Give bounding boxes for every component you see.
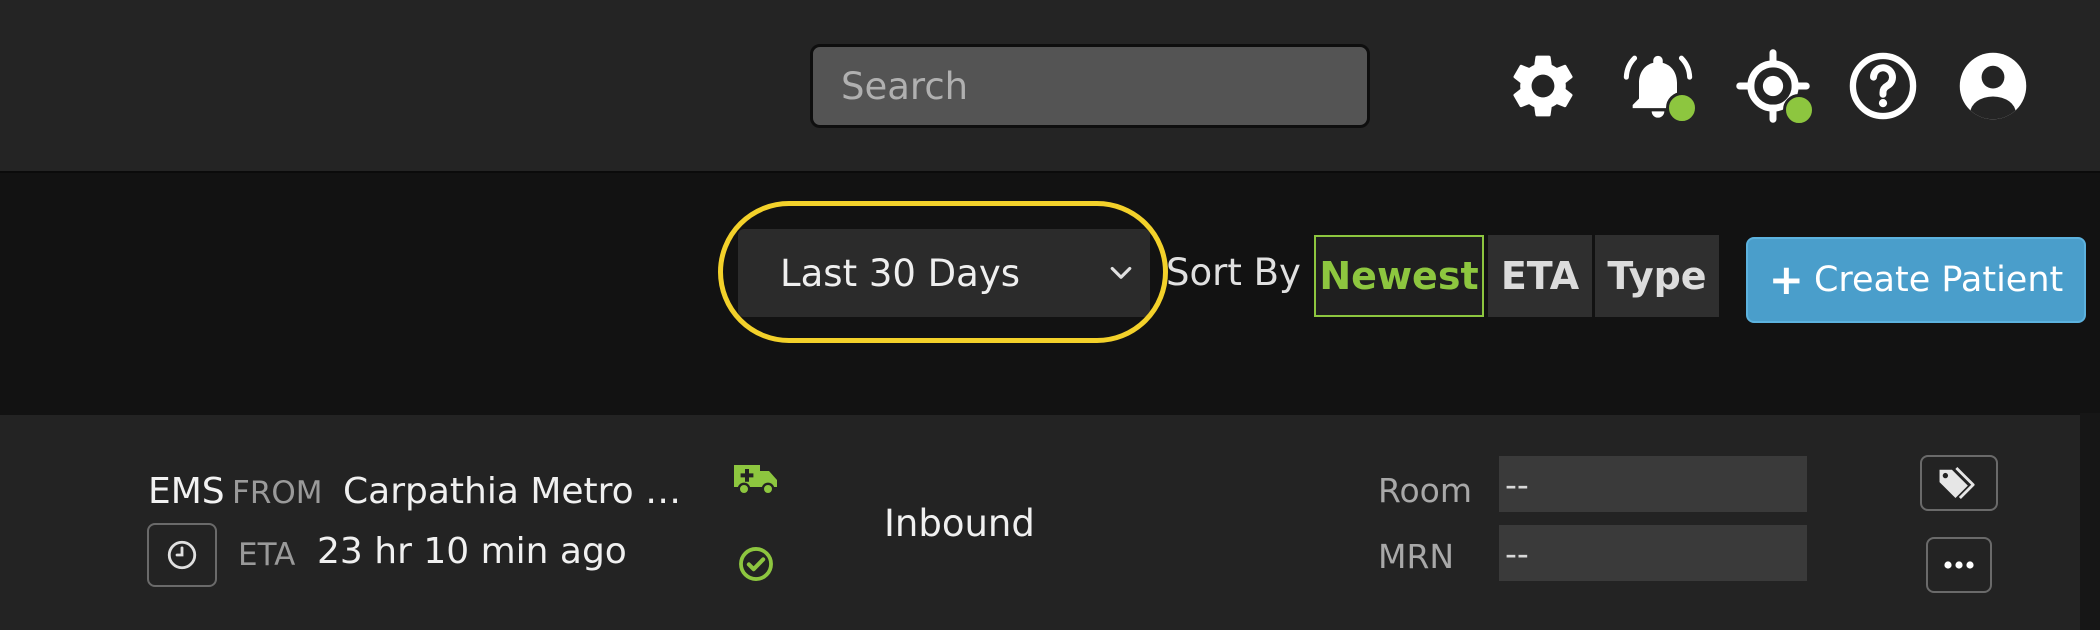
- plus-icon: +: [1768, 255, 1804, 304]
- filter-toolbar: Last 30 Days Sort By Newest ETA Type + C…: [0, 175, 2100, 413]
- mrn-label: MRN: [1378, 537, 1455, 576]
- from-label: FROM: [232, 475, 323, 511]
- eta-clock-button[interactable]: [147, 523, 217, 587]
- patient-status: Inbound: [884, 502, 1035, 545]
- sort-type-button[interactable]: Type: [1595, 235, 1719, 317]
- date-range-value: Last 30 Days: [780, 251, 1021, 295]
- patient-row[interactable]: EMS FROM Carpathia Metro Ambulance ETA 2…: [0, 415, 2080, 630]
- room-label: Room: [1378, 471, 1472, 510]
- notifications-button[interactable]: [1620, 48, 1698, 124]
- tag-icon: [1939, 466, 1975, 500]
- mrn-field[interactable]: [1499, 525, 1807, 581]
- gear-icon: [1513, 55, 1573, 117]
- sort-newest-button[interactable]: Newest: [1314, 235, 1484, 317]
- eta-value: 23 hr 10 min ago: [317, 531, 627, 572]
- scrollbar[interactable]: [2080, 413, 2100, 630]
- ambulance-icon: [734, 465, 777, 496]
- origin-name: Carpathia Metro Ambulance: [343, 471, 683, 512]
- more-options-button[interactable]: [1926, 537, 1992, 593]
- top-header: [0, 0, 2100, 173]
- create-patient-button[interactable]: + Create Patient: [1746, 237, 2086, 323]
- tracking-button[interactable]: [1735, 48, 1815, 126]
- source-type: EMS: [148, 471, 225, 512]
- clock-icon: [167, 540, 197, 570]
- date-range-select[interactable]: Last 30 Days: [738, 229, 1150, 317]
- chevron-down-icon: [1110, 266, 1132, 279]
- more-icon: [1944, 561, 1974, 569]
- help-icon: [1849, 52, 1917, 120]
- notification-indicator: [1666, 92, 1698, 124]
- settings-button[interactable]: [1505, 48, 1581, 124]
- sort-by-label: Sort By: [1166, 251, 1301, 294]
- room-field[interactable]: [1499, 456, 1807, 512]
- help-button[interactable]: [1845, 48, 1921, 124]
- search-input[interactable]: [810, 44, 1370, 128]
- profile-button[interactable]: [1955, 48, 2031, 124]
- sort-eta-button[interactable]: ETA: [1488, 235, 1592, 317]
- create-patient-label: Create Patient: [1813, 260, 2064, 300]
- check-circle-icon: [739, 547, 773, 581]
- tags-button[interactable]: [1920, 455, 1998, 511]
- user-icon: [1959, 52, 2027, 120]
- eta-label: ETA: [238, 537, 296, 573]
- tracking-indicator: [1783, 94, 1815, 126]
